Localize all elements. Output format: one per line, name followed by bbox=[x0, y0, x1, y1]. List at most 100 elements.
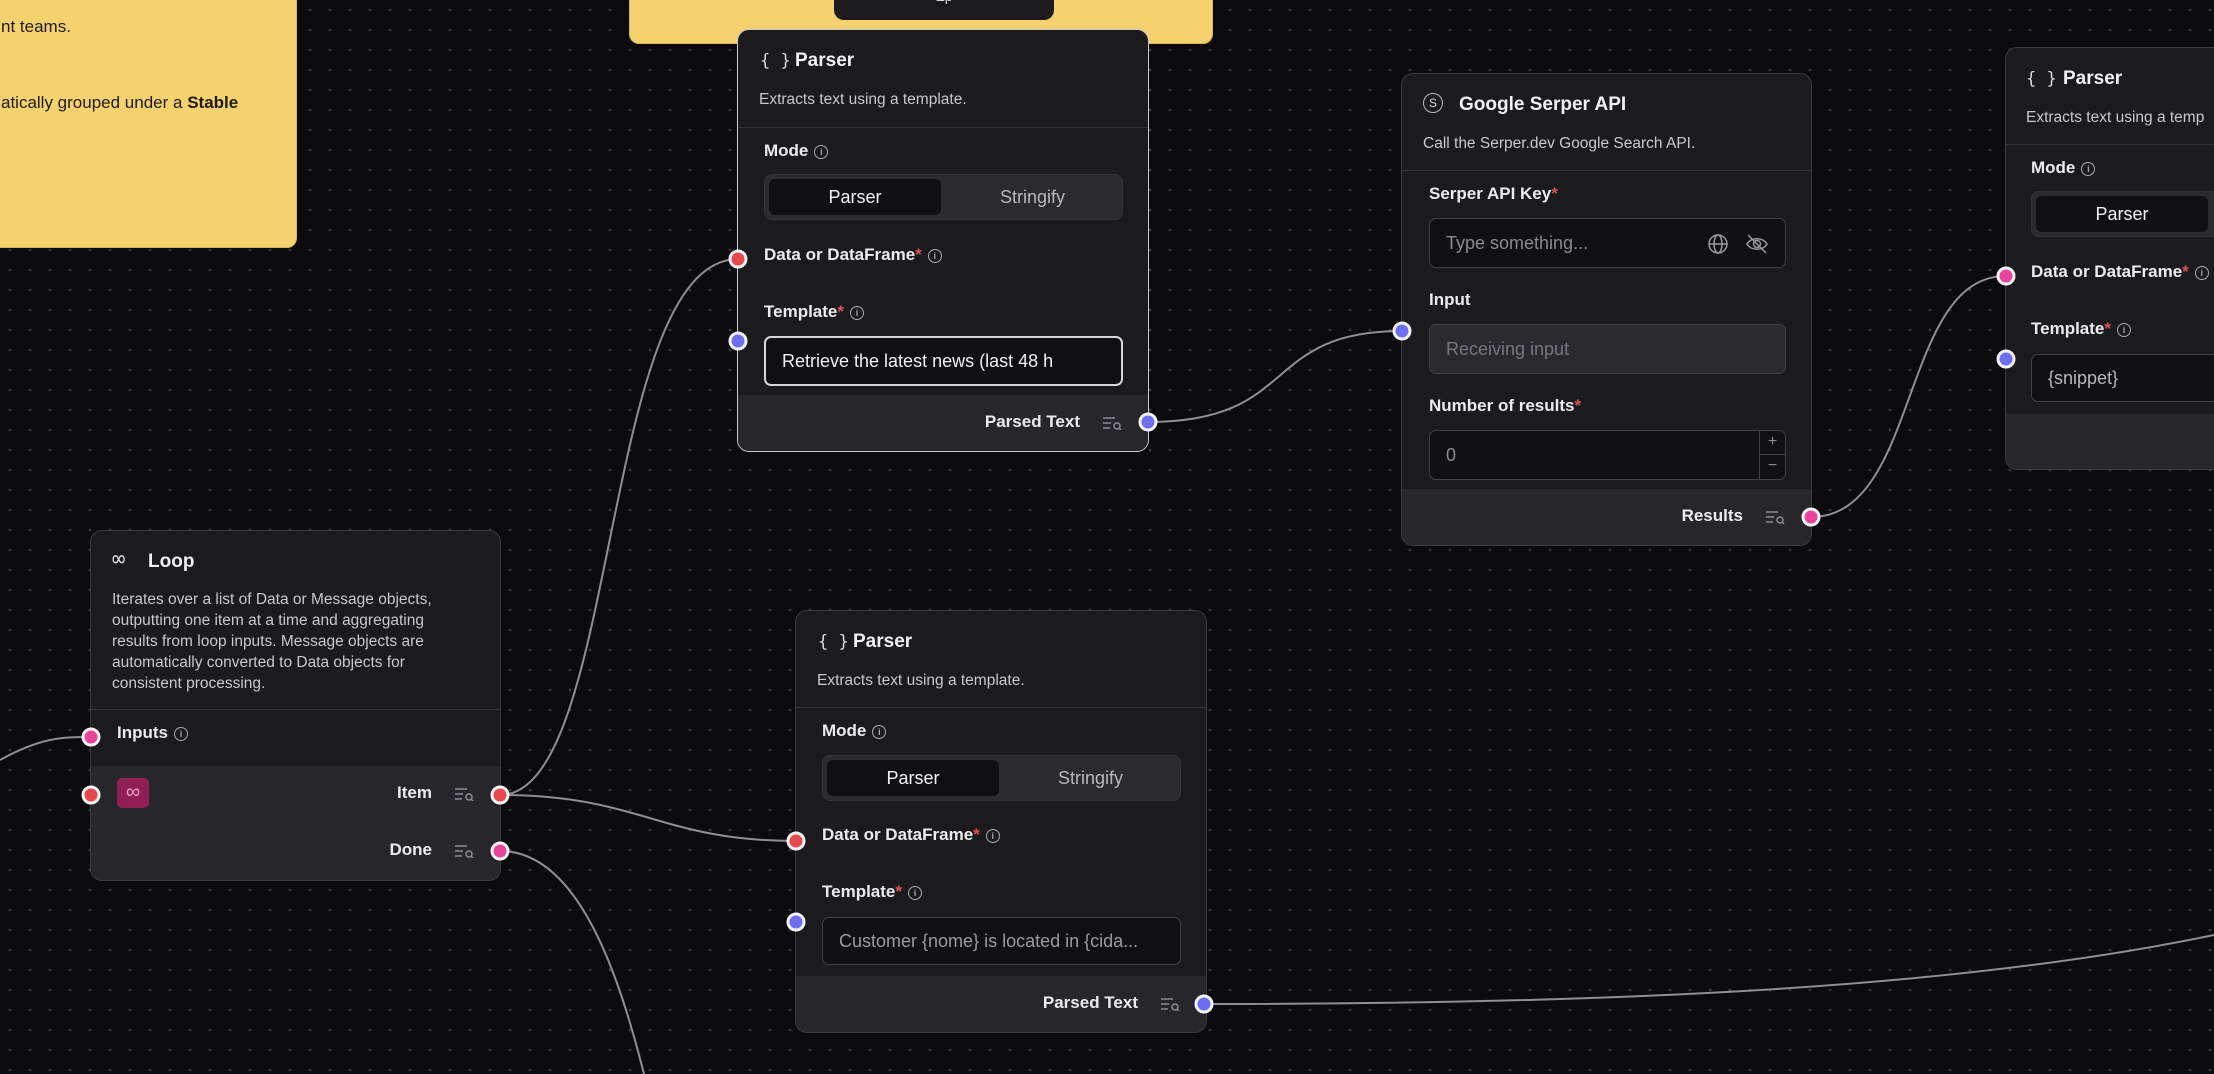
template-label: Template* i bbox=[764, 302, 864, 322]
mode-toggle: Parser Stringify bbox=[764, 174, 1123, 220]
template-input-handle[interactable] bbox=[786, 912, 806, 932]
braces-icon: { } bbox=[818, 632, 849, 652]
infinity-icon: ∞ bbox=[112, 547, 126, 572]
data-input-label: Data or DataFrame* i bbox=[2031, 262, 2209, 282]
info-icon[interactable]: i bbox=[872, 725, 887, 739]
mode-option-stringify[interactable]: Stringify bbox=[1003, 760, 1178, 796]
info-icon[interactable]: i bbox=[908, 886, 922, 900]
braces-icon: { } bbox=[2026, 69, 2057, 89]
inspect-done-icon[interactable] bbox=[454, 844, 474, 858]
loop-node[interactable]: ∞ Loop Iterates over a list of Data or M… bbox=[90, 530, 501, 881]
loop-item-in-handle[interactable] bbox=[81, 785, 101, 805]
results-count-value: 0 bbox=[1446, 444, 1457, 465]
node-footer bbox=[2006, 414, 2214, 469]
braces-icon: { } bbox=[760, 51, 791, 71]
data-input-handle[interactable] bbox=[1996, 266, 2016, 286]
info-icon[interactable]: i bbox=[2194, 266, 2209, 280]
inspect-item-icon[interactable] bbox=[454, 787, 474, 801]
results-output-handle[interactable] bbox=[1801, 507, 1821, 527]
node-header: { } Parser Extracts text using a temp bbox=[2006, 48, 2214, 145]
inputs-label: Inputs i bbox=[117, 723, 188, 743]
data-input-label: Data or DataFrame* i bbox=[764, 245, 942, 265]
inspect-output-icon[interactable] bbox=[1765, 510, 1785, 524]
node-footer: Parsed Text bbox=[738, 395, 1148, 451]
globe-icon[interactable] bbox=[1707, 233, 1729, 255]
mode-label: Mode i bbox=[822, 721, 887, 741]
mode-label: Mode i bbox=[2031, 158, 2096, 178]
node-description: Extracts text using a template. bbox=[759, 91, 967, 108]
info-icon[interactable]: i bbox=[814, 145, 829, 159]
loop-item-output-handle[interactable] bbox=[490, 785, 510, 805]
output-label: Parsed Text bbox=[1042, 993, 1138, 1012]
edge-item-to-parser-top bbox=[499, 258, 739, 796]
node-header: { } Parser Extracts text using a templat… bbox=[796, 611, 1206, 708]
edge-parser-bottom-out bbox=[1203, 934, 2214, 1005]
data-input-handle[interactable] bbox=[786, 831, 806, 851]
node-description: Extracts text using a temp bbox=[2026, 109, 2205, 126]
serper-node[interactable]: S Google Serper API Call the Serper.dev … bbox=[1401, 73, 1812, 546]
sticky-note[interactable]: nt teams. atically grouped under a Stabl… bbox=[0, 0, 297, 248]
info-icon[interactable]: i bbox=[850, 306, 864, 320]
api-key-input[interactable]: Type something... bbox=[1429, 218, 1786, 268]
results-count-input[interactable]: 0 + − bbox=[1429, 430, 1786, 480]
api-key-placeholder: Type something... bbox=[1446, 232, 1589, 253]
parser-node-right[interactable]: { } Parser Extracts text using a temp Mo… bbox=[2005, 47, 2214, 470]
loop-badge: ∞ bbox=[117, 778, 149, 808]
edge-inputs-in bbox=[0, 736, 92, 761]
node-description: Call the Serper.dev Google Search API. bbox=[1423, 135, 1696, 152]
mode-option-parser[interactable]: Parser bbox=[769, 179, 941, 215]
info-icon[interactable]: i bbox=[174, 727, 188, 741]
data-input-handle[interactable] bbox=[728, 249, 748, 269]
node-header: { } Parser Extracts text using a templat… bbox=[738, 30, 1148, 128]
template-label: Template* i bbox=[2031, 319, 2131, 339]
item-label: Item bbox=[397, 783, 432, 802]
info-icon[interactable]: i bbox=[2081, 162, 2096, 176]
decrement-button[interactable]: − bbox=[1759, 455, 1785, 479]
node-description: Iterates over a list of Data or Message … bbox=[112, 591, 432, 692]
info-icon[interactable]: i bbox=[2117, 323, 2131, 337]
node-header: ∞ Loop Iterates over a list of Data or M… bbox=[91, 531, 500, 710]
edge-done-down bbox=[499, 850, 645, 1074]
results-count-label: Number of results* bbox=[1429, 396, 1582, 415]
info-icon[interactable]: i bbox=[985, 829, 1000, 843]
node-title: Parser bbox=[795, 50, 855, 71]
parsed-text-output-handle[interactable] bbox=[1194, 994, 1214, 1014]
note-line-2: atically grouped under a Stable bbox=[1, 93, 239, 112]
template-input[interactable]: Customer {nome} is located in {cida... bbox=[822, 917, 1181, 965]
inspect-output-icon[interactable] bbox=[1102, 416, 1122, 430]
node-title: Google Serper API bbox=[1459, 94, 1627, 115]
node-title: Parser bbox=[853, 631, 913, 652]
template-input-handle[interactable] bbox=[728, 331, 748, 351]
template-input-handle[interactable] bbox=[1996, 349, 2016, 369]
node-footer: ∞ Item Done bbox=[91, 766, 500, 880]
input-label: Input bbox=[1429, 290, 1471, 309]
edge-parser-top-to-serper bbox=[1147, 330, 1403, 423]
mode-option-parser[interactable]: Parser bbox=[2036, 196, 2208, 232]
node-title: Parser bbox=[2063, 68, 2123, 89]
output-label: Parsed Text bbox=[984, 412, 1080, 431]
eye-off-icon[interactable] bbox=[1745, 233, 1769, 255]
serper-icon: S bbox=[1423, 93, 1443, 113]
template-label: Template* i bbox=[822, 882, 922, 902]
parser-node-bottom[interactable]: { } Parser Extracts text using a templat… bbox=[795, 610, 1207, 1033]
template-input[interactable]: {snippet} bbox=[2031, 354, 2214, 402]
loop-done-output-handle[interactable] bbox=[490, 841, 510, 861]
template-input[interactable]: Retrieve the latest news (last 48 h bbox=[764, 336, 1123, 386]
edge-serper-to-parser-right bbox=[1810, 275, 2007, 518]
loop-inputs-handle[interactable] bbox=[81, 727, 101, 747]
inspect-output-icon[interactable] bbox=[1160, 997, 1180, 1011]
mode-toggle: Parser Stringify bbox=[822, 755, 1181, 801]
note-button[interactable]: Ep bbox=[834, 0, 1054, 20]
input-field: Receiving input bbox=[1429, 324, 1786, 374]
parsed-text-output-handle[interactable] bbox=[1138, 412, 1158, 432]
node-description: Extracts text using a template. bbox=[817, 672, 1025, 689]
api-key-label: Serper API Key* bbox=[1429, 184, 1558, 203]
note-button-label: Ep bbox=[935, 0, 952, 4]
mode-option-stringify[interactable]: Stringify bbox=[945, 179, 1120, 215]
parser-node-top[interactable]: { } Parser Extracts text using a templat… bbox=[737, 29, 1149, 452]
serper-input-handle[interactable] bbox=[1392, 321, 1412, 341]
increment-button[interactable]: + bbox=[1759, 431, 1785, 455]
info-icon[interactable]: i bbox=[927, 249, 942, 263]
mode-option-parser[interactable]: Parser bbox=[827, 760, 999, 796]
node-footer: Results bbox=[1402, 489, 1811, 545]
